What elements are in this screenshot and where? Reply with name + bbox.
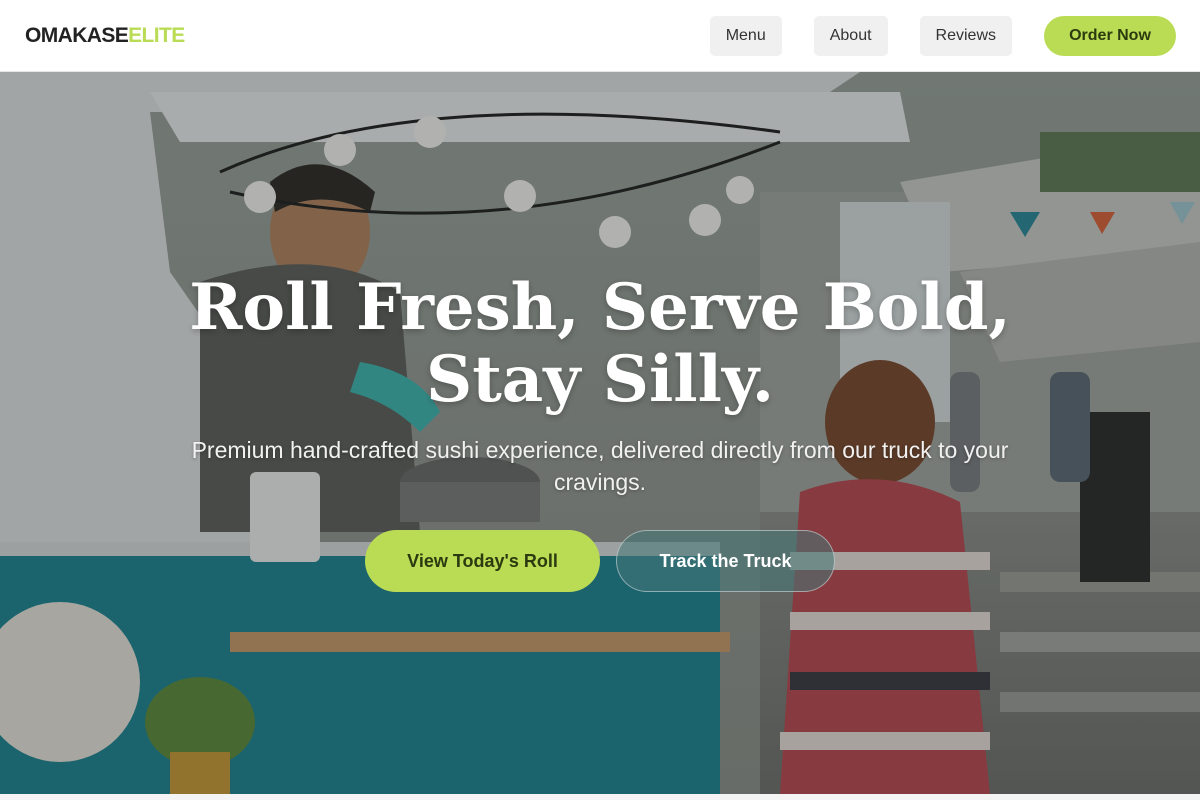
hero-title-line-1: Roll Fresh, Serve Bold, [189,270,1011,345]
hero-section: Roll Fresh, Serve Bold, Stay Silly. Prem… [0,72,1200,794]
site-header: OMAKASE ELITE Menu About Reviews Order No… [0,0,1200,72]
nav-menu-button[interactable]: Menu [709,15,782,56]
next-section-edge [0,794,1200,800]
hero-title: Roll Fresh, Serve Bold, Stay Silly. [100,272,1100,416]
hero-subtitle: Premium hand-crafted sushi experience, d… [191,437,1009,495]
logo-text-accent: ELITE [128,23,185,47]
track-truck-button[interactable]: Track the Truck [616,530,835,592]
view-todays-roll-button[interactable]: View Today's Roll [365,530,600,592]
hero-content: Roll Fresh, Serve Bold, Stay Silly. Prem… [0,72,1200,794]
brand-logo[interactable]: OMAKASE ELITE [25,24,185,48]
nav-about-button[interactable]: About [813,15,888,56]
hero-title-line-2: Stay Silly. [426,342,774,417]
nav-reviews-button[interactable]: Reviews [919,15,1012,56]
main-nav: Menu About Reviews Order Now [709,15,1176,56]
order-now-button[interactable]: Order Now [1044,15,1176,56]
logo-text-primary: OMAKASE [25,23,129,47]
